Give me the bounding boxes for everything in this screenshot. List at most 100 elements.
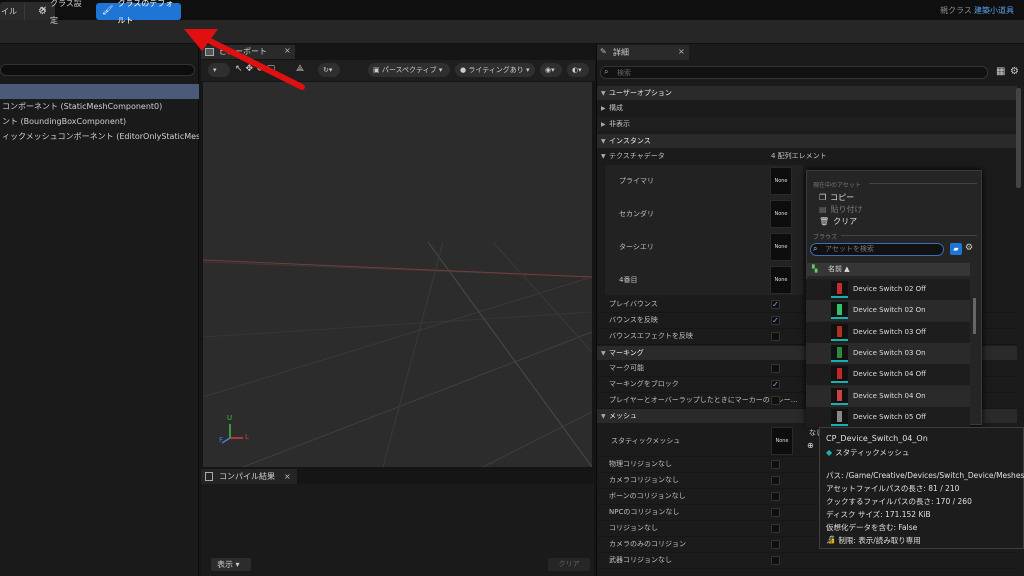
pencil-icon: ✎ [600,47,607,56]
category-instances[interactable]: ▼ インスタンス [597,134,1017,148]
tooltip-asset-type: ◆ スタティックメッシュ [826,447,909,458]
perspective-button[interactable]: ▣ パースペクティブ ▾ [368,63,450,77]
class-settings-button[interactable]: ⚙ クラス設定 [32,0,92,25]
asset-list-item[interactable]: Device Switch 02 Off [806,279,970,300]
checkbox[interactable] [771,540,780,549]
property-label: バウンスエフェクトを反映 [609,332,693,340]
details-scrollbar[interactable] [1016,88,1021,188]
checkbox[interactable] [771,556,780,565]
texture-slot-fourth: 4番目 None [605,264,803,295]
checkbox[interactable] [771,508,780,517]
tooltip-restriction: 🔏 制限: 表示/読み取り専用 [826,535,921,546]
class-defaults-button[interactable]: 🖌 クラスのデフォルト [96,0,181,25]
grid-view-icon[interactable]: ▦ [996,66,1005,77]
asset-list-item[interactable]: Device Switch 05 Off [806,406,970,428]
file-button[interactable]: イル [0,3,22,20]
search-icon: ⌕ [813,244,818,253]
texture-slot-primary: プライマリ None [605,165,803,197]
property-label: マーク可能 [609,364,644,372]
asset-list-scrollbar[interactable] [973,298,976,334]
show-flags-button[interactable]: ◉▾ [540,63,562,77]
paste-icon: ▤ [819,205,827,214]
paste-label: 貼り付け [830,205,863,214]
copy-menu-item[interactable]: ❐ コピー [819,192,854,203]
property-label: バウンスを反映 [609,316,658,324]
asset-thumbnail-icon [831,344,848,362]
grid-floor [203,241,592,467]
clear-menu-item[interactable]: 🗑 クリア [819,216,857,227]
folder-icon[interactable]: ▰ [950,243,962,255]
switch-shape [837,283,842,294]
asset-thumbnail-icon [831,366,848,384]
clear-button[interactable]: クリア [548,558,590,571]
asset-search-input[interactable]: アセットを検索 [810,243,944,256]
close-icon[interactable]: × [678,47,685,56]
rotate-snap-button[interactable]: ↻▾ [318,63,340,77]
component-row[interactable]: コンポーネント (StaticMeshComponent0) [0,99,199,114]
checkbox[interactable] [771,524,780,533]
paste-menu-item[interactable]: ▤ 貼り付け [819,204,863,215]
gear-icon[interactable]: ⚙ [965,243,973,253]
asset-list-item[interactable]: Device Switch 02 On [806,300,970,322]
tab-compile-results[interactable]: コンパイル結果 [201,469,297,484]
texture-thumbnail[interactable]: None [770,200,792,228]
checkbox[interactable] [771,364,780,373]
checkbox[interactable] [771,396,780,405]
clear-label: クリア [833,217,858,226]
texture-thumbnail[interactable]: None [770,266,792,294]
lighting-button[interactable]: ● ライティングあり ▾ [455,63,535,77]
component-row[interactable]: ィックメッシュコンポーネント (EditorOnlyStaticMeshComp [0,129,199,144]
parent-class-link[interactable]: 建築小道具 [974,5,1014,16]
component-row[interactable] [0,84,199,99]
asset-thumbnail-icon [831,387,848,405]
search-icon: ⌕ [604,67,609,76]
components-search-input[interactable] [0,64,195,76]
texture-slots: プライマリ None セカンダリ None ターシエリ None 4番目 Non… [605,165,803,295]
current-asset-heading: 現在中のアセット [813,182,861,189]
toolbar-divider [24,3,25,20]
texture-thumbnail[interactable]: None [770,233,792,261]
asset-list-item[interactable]: Device Switch 04 Off [806,364,970,386]
parent-class-label: 親クラス [940,6,972,15]
details-search-input[interactable]: 検索 [600,66,988,79]
asset-list-item[interactable]: Device Switch 03 On [806,342,970,364]
asset-thumbnail-icon [831,281,848,298]
texture-data-row[interactable]: ▼ テクスチャデータ 4 配列エレメント [597,149,1017,163]
asset-name: Device Switch 02 Off [853,285,926,293]
property-row: 武器コリジョンなし [597,553,1017,569]
viewport-options-button[interactable]: ◐▾ [567,63,589,77]
category-hidden[interactable]: ▶ 非表示 [597,117,1017,131]
property-label: プレイバウンス [609,300,658,308]
checkbox[interactable] [771,492,780,501]
compile-results-body [201,484,594,576]
category-user-options[interactable]: ▼ ユーザーオプション [597,86,1017,100]
checkbox[interactable] [771,476,780,485]
checkbox[interactable] [771,460,780,469]
checkbox[interactable]: ✓ [771,316,780,325]
asset-name: Device Switch 03 On [853,348,926,357]
tab-details[interactable]: 詳細 [597,45,689,60]
asset-list-header[interactable]: ▚ 名前 ▲ [806,263,970,276]
asset-list-item[interactable]: Device Switch 03 Off [806,321,970,343]
show-dropdown[interactable]: 表示 ▾ [211,558,251,571]
static-mesh-thumbnail[interactable]: None [771,427,793,455]
checkbox[interactable]: ✓ [771,380,780,389]
tooltip-virtualized: 仮想化データを含む: False [826,523,918,532]
category-composition[interactable]: ▶ 構成 [597,101,1017,115]
axis-up-label: U [227,414,233,422]
checkbox[interactable]: ✓ [771,300,780,309]
filter-icon[interactable]: ▚ [812,263,817,276]
settings-icon[interactable]: ⚙ [1010,66,1019,77]
browse-icon[interactable]: ⊕ [807,441,814,450]
gear-icon: ⚙ [38,6,47,17]
asset-thumbnail-icon [831,302,848,320]
show-label: 表示 [217,560,233,569]
checkbox[interactable] [771,332,780,341]
texture-thumbnail[interactable]: None [770,167,792,195]
asset-name: Device Switch 04 Off [853,370,926,379]
property-label: コリジョンなし [609,524,658,532]
viewport-canvas[interactable]: U L F [203,82,592,467]
close-icon[interactable]: × [284,472,291,481]
asset-list-item[interactable]: Device Switch 04 On [806,385,970,407]
component-row[interactable]: ント (BoundingBoxComponent) [0,114,199,129]
